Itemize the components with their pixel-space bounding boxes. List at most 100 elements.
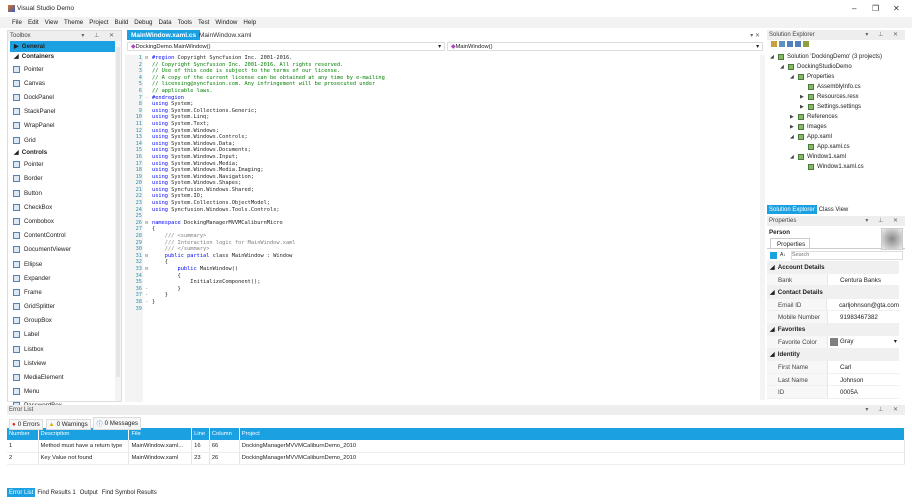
toolbox-item-pointer[interactable]: Pointer xyxy=(10,158,116,172)
editor-scrollbar[interactable] xyxy=(760,55,765,400)
sort-alpha-icon[interactable]: A↓ xyxy=(780,252,786,258)
maximize-button[interactable]: ❐ xyxy=(872,4,879,13)
property-value[interactable]: Centura Banks xyxy=(827,273,899,285)
toolbox-category-general[interactable]: ▶ General xyxy=(10,41,116,52)
menu-file[interactable]: File xyxy=(9,17,25,28)
fold-marker-icon[interactable]: - xyxy=(145,292,148,299)
property-value[interactable]: Johnson xyxy=(827,373,899,385)
toolbox-item-mediaelement[interactable]: MediaElement xyxy=(10,370,116,384)
toolbox-item-groupbox[interactable]: GroupBox xyxy=(10,314,116,328)
tree-node-resources-resx[interactable]: ▶ Resources.resx xyxy=(770,92,882,102)
tab-class-view[interactable]: Class View xyxy=(817,205,851,214)
menu-debug[interactable]: Debug xyxy=(131,17,155,28)
expander-icon[interactable]: ◢ xyxy=(780,64,785,70)
toolbox-category-containers[interactable]: ◢ Containers xyxy=(10,52,116,63)
tree-node-properties[interactable]: ◢ Properties xyxy=(770,72,882,82)
toolbox-item-contentcontrol[interactable]: ContentControl xyxy=(10,229,116,243)
menu-theme[interactable]: Theme xyxy=(61,17,86,28)
messages-filter[interactable]: ⓘ 0 Messages xyxy=(93,417,141,430)
menu-test[interactable]: Test xyxy=(195,17,212,28)
tree-node-images[interactable]: ▶ Images xyxy=(770,122,882,132)
expander-icon[interactable]: ◢ xyxy=(770,54,775,60)
tree-node-window1-xaml-cs[interactable]: Window1.xaml.cs xyxy=(770,162,882,172)
category-account-details[interactable]: ◢ Account Details xyxy=(767,261,899,274)
fold-marker-icon[interactable]: - xyxy=(145,299,148,306)
property-value[interactable]: 0005A xyxy=(827,386,899,398)
toolbox-item-ellipse[interactable]: Ellipse xyxy=(10,257,116,271)
toolbox-item-canvas[interactable]: Canvas xyxy=(10,76,116,90)
toolbox-item-dockpanel[interactable]: DockPanel xyxy=(10,90,116,104)
fold-marker-icon[interactable]: - xyxy=(145,286,148,293)
menu-data[interactable]: Data xyxy=(156,17,175,28)
close-button[interactable]: ✕ xyxy=(893,4,900,13)
tab-mainwindow-xaml-cs[interactable]: MainWindow.xaml.cs xyxy=(127,30,201,40)
toolbox-item-button[interactable]: Button xyxy=(10,186,116,200)
toolbox-item-grid[interactable]: Grid xyxy=(10,133,116,147)
fold-marker-icon[interactable]: ⊟ xyxy=(145,220,148,227)
code-area[interactable]: 1 ⊟ #region Copyright Syncfusion Inc. 2001… xyxy=(125,55,760,400)
toolbox-item-expander[interactable]: Expander xyxy=(10,271,116,285)
expander-icon[interactable]: ◢ xyxy=(790,154,795,160)
tab-error-list[interactable]: Error List xyxy=(7,488,36,497)
toolbox-item-documentviewer[interactable]: DocumentViewer xyxy=(10,243,116,257)
warnings-filter[interactable]: ▲ 0 Warnings xyxy=(45,419,91,430)
fold-marker-icon[interactable]: - xyxy=(145,95,148,102)
minimize-button[interactable]: – xyxy=(852,4,856,13)
editor-pane-controls[interactable]: ▾ ✕ xyxy=(750,32,760,39)
tab-solution-explorer[interactable]: Solution Explorer xyxy=(767,205,817,214)
toolbox-item-border[interactable]: Border xyxy=(10,172,116,186)
fold-marker-icon[interactable]: ⊟ xyxy=(145,55,148,62)
tab-find-symbol-results[interactable]: Find Symbol Results xyxy=(100,488,159,497)
expander-icon[interactable]: ▶ xyxy=(800,94,805,100)
menu-view[interactable]: View xyxy=(42,17,61,28)
toolbox-item-listbox[interactable]: Listbox xyxy=(10,342,116,356)
tree-node-solution-dockingdemo-3-projects[interactable]: ◢ Solution 'DockingDemo' (3 projects) xyxy=(770,52,882,62)
error-row[interactable]: 1 Method must have a return type MainWindo… xyxy=(7,440,906,453)
pane-controls[interactable]: ▾ ⊥ ✕ xyxy=(81,32,118,39)
tree-node-assemblyinfo-cs[interactable]: AssemblyInfo.cs xyxy=(770,82,882,92)
error-row[interactable]: 2 Key Value not found MainWindow.xaml 23 26 D… xyxy=(7,452,906,465)
tab-mainwindow-xaml[interactable]: MainWindow.xaml xyxy=(195,30,255,40)
menu-window[interactable]: Window xyxy=(212,17,240,28)
toolbox-item-stackpanel[interactable]: StackPanel xyxy=(10,105,116,119)
tree-node-window1-xaml[interactable]: ◢ Window1.xaml xyxy=(770,152,882,162)
tree-node-app-xaml[interactable]: ◢ App.xaml xyxy=(770,132,882,142)
tab-find-results-1[interactable]: Find Results 1 xyxy=(35,488,77,497)
category-favorites[interactable]: ◢ Favorites xyxy=(767,323,899,336)
fold-marker-icon[interactable]: ⊟ xyxy=(145,253,148,260)
toolbox-item-listview[interactable]: Listview xyxy=(10,356,116,370)
toolbox-scrollbar[interactable] xyxy=(115,41,121,401)
properties-tab[interactable]: Properties xyxy=(770,238,810,248)
toolbox-item-label[interactable]: Label xyxy=(10,328,116,342)
fold-marker-icon[interactable]: ⊟ xyxy=(145,266,148,273)
property-value[interactable]: carljohnson@gta.com xyxy=(826,298,899,310)
toolbox-item-menu[interactable]: Menu xyxy=(10,385,116,399)
column-column[interactable]: Column xyxy=(209,428,240,440)
tab-output[interactable]: Output xyxy=(78,488,100,497)
column-line[interactable]: Line xyxy=(191,428,210,440)
properties-tool-icon[interactable] xyxy=(771,41,777,47)
categorized-icon[interactable] xyxy=(770,251,777,259)
toolbox-category-controls[interactable]: ◢ Controls xyxy=(10,147,116,158)
toolbox-item-combobox[interactable]: Combobox xyxy=(10,214,116,228)
menu-tools[interactable]: Tools xyxy=(175,17,195,28)
expander-icon[interactable]: ▶ xyxy=(790,114,795,120)
menu-help[interactable]: Help xyxy=(240,17,259,28)
toolbox-item-pointer[interactable]: Pointer xyxy=(10,62,116,76)
menu-project[interactable]: Project xyxy=(86,17,111,28)
property-search-input[interactable] xyxy=(790,250,903,260)
refresh-icon[interactable] xyxy=(787,41,793,47)
member-combo[interactable]: ◆MainWindow() ▾ xyxy=(447,42,763,51)
property-value[interactable]: Carl xyxy=(827,361,899,373)
type-combo[interactable]: ◆DockingDemo.MainWindow() ▾ xyxy=(127,42,445,51)
property-value[interactable]: Gray ▾ xyxy=(827,336,899,348)
tree-node-dockingstudiodemo[interactable]: ◢ DockingStudioDemo xyxy=(770,62,882,72)
menu-edit[interactable]: Edit xyxy=(25,17,42,28)
expander-icon[interactable]: ▶ xyxy=(790,124,795,130)
tree-node-references[interactable]: ▶ References xyxy=(770,112,882,122)
errors-filter[interactable]: ● 0 Errors xyxy=(9,419,43,430)
toolbox-item-frame[interactable]: Frame xyxy=(10,285,116,299)
toolbox-item-wrappanel[interactable]: WrapPanel xyxy=(10,119,116,133)
toolbox-item-checkbox[interactable]: CheckBox xyxy=(10,200,116,214)
category-contact-details[interactable]: ◢ Contact Details xyxy=(767,286,899,299)
